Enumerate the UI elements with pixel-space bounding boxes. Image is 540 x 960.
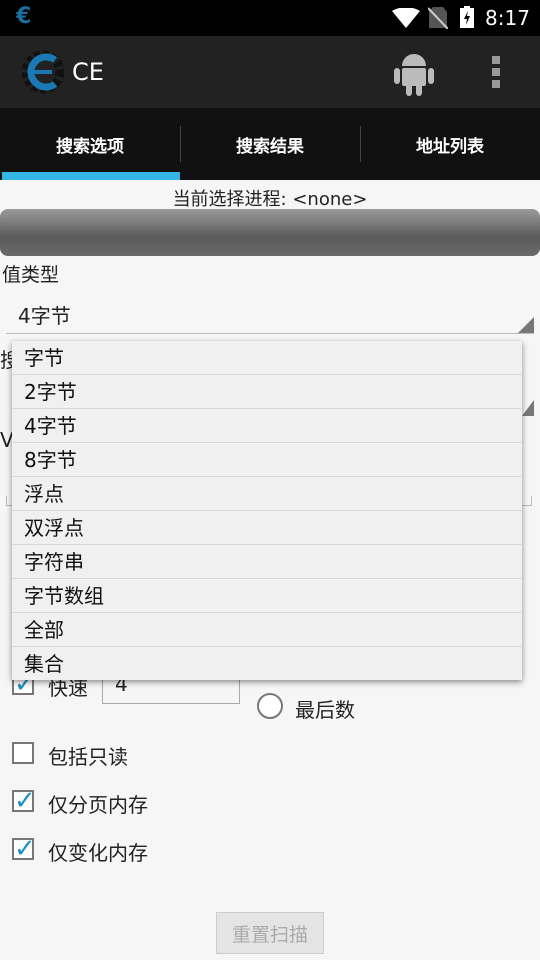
dropdown-option[interactable]: 4字节 [12,409,522,443]
last-digits-radio[interactable] [257,693,283,719]
checkbox-box [12,742,34,764]
ce-notification-icon: € [16,4,32,29]
action-bar: CE [0,36,540,108]
last-digits-label: 最后数 [295,698,355,722]
readonly-label: 包括只读 [48,745,128,769]
dropdown-option[interactable]: 全部 [12,613,522,647]
ce-logo-icon[interactable] [22,50,64,94]
select-process-button[interactable] [0,209,540,256]
tab-label: 搜索选项 [56,136,124,157]
value-type-label: 值类型 [2,264,60,286]
clock: 8:17 [485,6,530,30]
dropdown-option[interactable]: 浮点 [12,477,522,511]
spinner-arrow-icon [522,400,534,416]
tab-label: 地址列表 [416,136,484,157]
dropdown-option[interactable]: 8字节 [12,443,522,477]
wifi-icon [392,8,420,28]
checkmark-icon: ✓ [14,786,36,816]
dropdown-option[interactable]: 集合 [12,647,522,681]
checkmark-icon: ✓ [14,834,36,864]
reset-scan-button[interactable]: 重置扫描 [216,912,324,954]
paged-memory-checkbox[interactable]: ✓ [12,786,36,816]
dropdown-option[interactable]: 双浮点 [12,511,522,545]
dropdown-option[interactable]: 字符串 [12,545,522,579]
app-title: CE [72,58,104,86]
checkbox-box: ✓ [12,834,36,864]
tab-search-options[interactable]: 搜索选项 [0,108,180,180]
battery-charging-icon [460,6,474,28]
spinner-arrow-icon [518,317,534,333]
status-bar: € 8:17 [0,0,540,36]
android-icon[interactable] [392,48,436,98]
tab-search-results[interactable]: 搜索结果 [180,108,360,180]
value-type-selected: 4字节 [18,304,71,328]
changed-memory-label: 仅变化内存 [48,841,148,865]
value-type-spinner[interactable]: 4字节 [6,296,534,334]
dropdown-option[interactable]: 字节数组 [12,579,522,613]
process-label: 当前选择进程: <none> [172,189,368,210]
changed-memory-checkbox[interactable]: ✓ [12,834,36,864]
overflow-menu-icon[interactable] [492,56,502,88]
dropdown-option[interactable]: 字节 [12,341,522,375]
checkbox-box: ✓ [12,786,36,816]
tab-address-list[interactable]: 地址列表 [360,108,540,180]
dropdown-option[interactable]: 2字节 [12,375,522,409]
no-sim-icon [428,7,448,29]
paged-memory-label: 仅分页内存 [48,793,148,817]
tab-label: 搜索结果 [236,136,304,157]
tab-bar: 搜索选项 搜索结果 地址列表 [0,108,540,180]
dropdown-menu: 字节 2字节 4字节 8字节 浮点 双浮点 字符串 字节数组 全部 集合 [12,341,522,680]
readonly-checkbox[interactable] [12,742,34,764]
tab-indicator [2,172,180,180]
